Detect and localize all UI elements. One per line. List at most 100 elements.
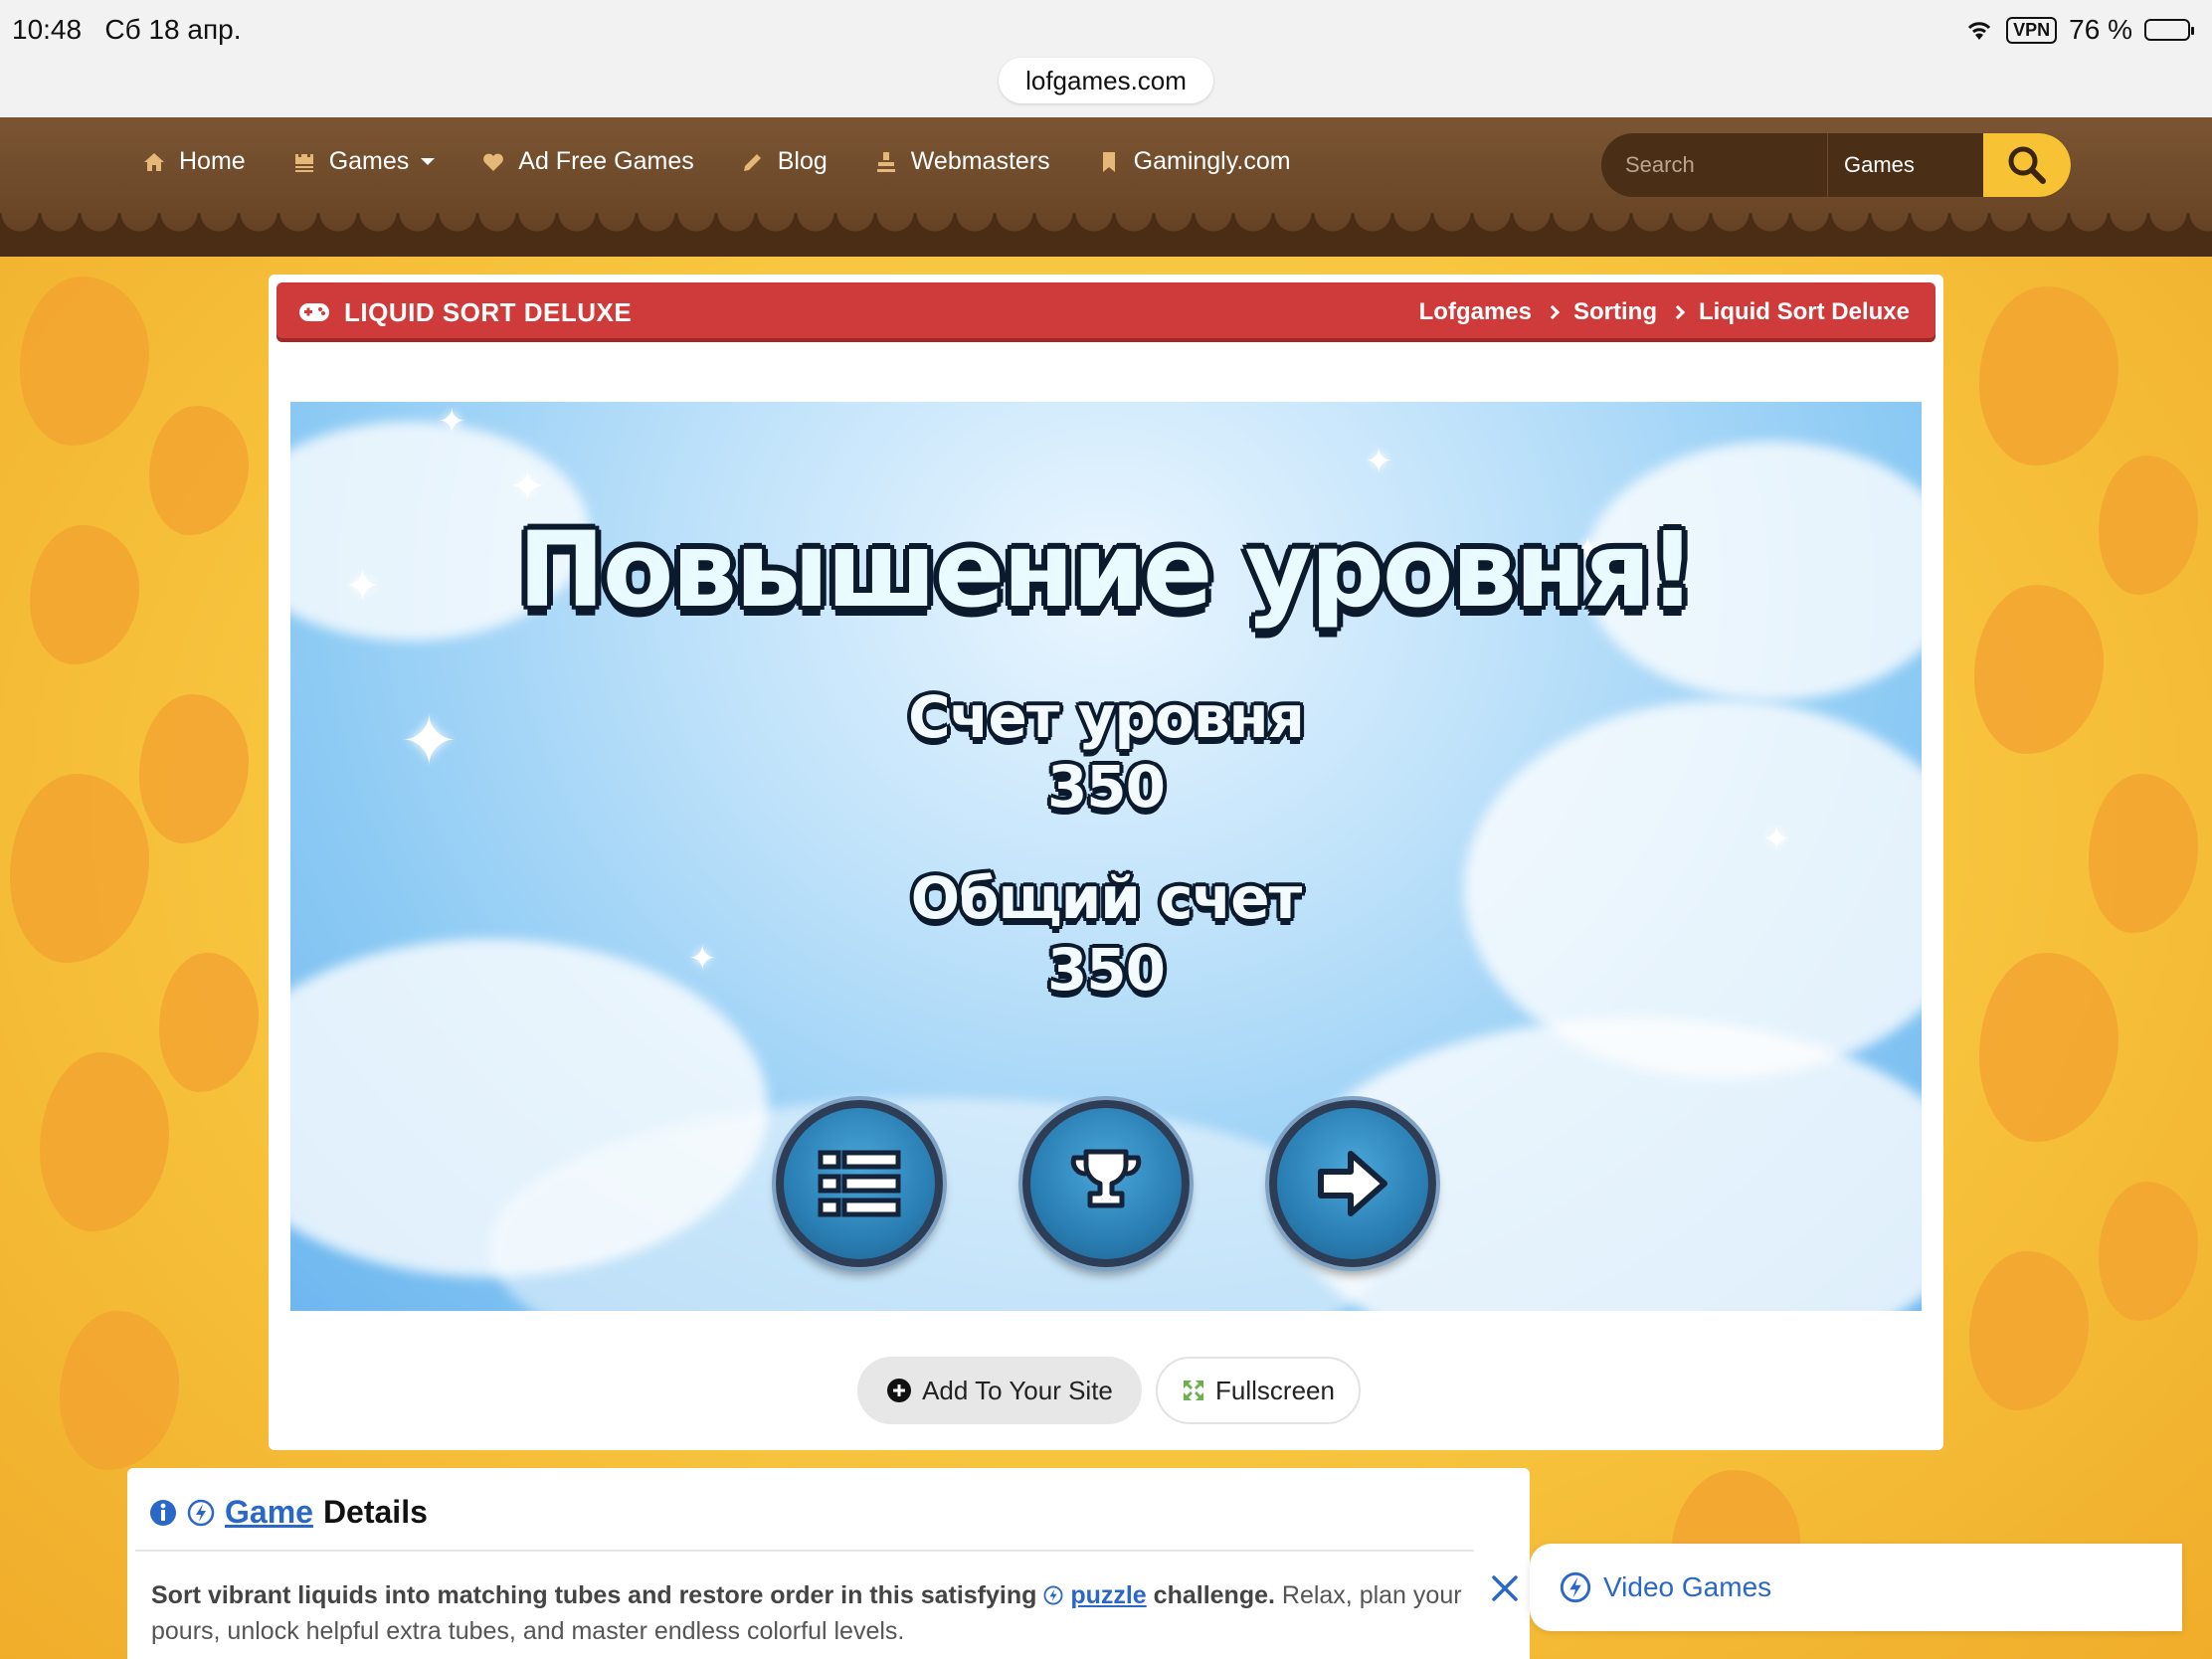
url-bar[interactable]: lofgames.com <box>999 58 1213 103</box>
nav-item-label: Gamingly.com <box>1133 147 1291 175</box>
level-score-label: Счет уровня <box>908 683 1305 751</box>
status-bar: 10:48 Сб 18 апр. VPN 76 % lofgames.com <box>0 0 2212 117</box>
next-arrow-icon <box>1318 1151 1387 1216</box>
bg-blob <box>1979 953 2119 1142</box>
status-right: VPN 76 % <box>1964 14 2194 46</box>
top-nav: Home Games Ad Free Games Blog Webmasters… <box>0 117 2212 257</box>
search-input[interactable] <box>1601 133 1828 197</box>
details-heading: Game Details <box>149 1494 428 1531</box>
sparkle: ✦ <box>1365 443 1393 480</box>
nav-item-label: Blog <box>777 147 828 175</box>
video-games-chip[interactable]: Video Games <box>1530 1544 2182 1631</box>
nav-item-games[interactable]: Games <box>291 147 436 176</box>
nav-item-label: Home <box>179 147 246 175</box>
level-score-value: 350 <box>1046 753 1166 821</box>
status-time: 10:48 <box>12 14 83 45</box>
breadcrumb-current[interactable]: Liquid Sort Deluxe <box>1699 298 1910 326</box>
info-icon <box>150 1499 176 1526</box>
bg-blob <box>10 774 149 963</box>
status-time-date: 10:48 Сб 18 апр. <box>12 14 241 46</box>
bg-blob <box>2099 1182 2198 1321</box>
next-level-button[interactable] <box>1269 1100 1436 1267</box>
total-score-label: Общий счет <box>910 864 1303 932</box>
game-canvas[interactable]: ✦ ✦ ✦ ✦ ✦ ✦ ✦ ✦ ✦ Повышение уровня! Счет… <box>290 402 1922 1311</box>
sparkle: ✦ <box>509 462 546 511</box>
game-title: LIQUID SORT DELUXE <box>344 296 633 327</box>
bg-blob <box>149 406 249 535</box>
battery-icon <box>2144 19 2194 41</box>
bg-blob <box>30 525 139 664</box>
description-bold-1: Sort vibrant liquids into matching tubes… <box>151 1581 1037 1609</box>
search-button[interactable] <box>1983 133 2071 197</box>
close-icon[interactable] <box>1488 1571 1522 1605</box>
breadcrumb: Lofgames Sorting Liquid Sort Deluxe <box>1419 298 1910 326</box>
wifi-icon <box>1968 22 1991 40</box>
bg-blob <box>2099 456 2198 595</box>
game-link[interactable]: Game <box>225 1494 313 1531</box>
description-bold-2: challenge. <box>1153 1581 1275 1609</box>
bolt-circle-icon <box>187 1499 215 1526</box>
nav-item-label: Webmasters <box>910 147 1050 175</box>
bg-blob <box>1969 1251 2089 1410</box>
bookmark-icon <box>1096 149 1122 175</box>
game-title-wrap: LIQUID SORT DELUXE <box>298 297 632 328</box>
castle-icon <box>291 149 317 175</box>
total-score-value: 350 <box>1046 936 1166 1004</box>
home-icon <box>141 149 167 175</box>
game-card: LIQUID SORT DELUXE Lofgames Sorting Liqu… <box>269 275 1943 1450</box>
chevron-down-icon <box>421 158 436 165</box>
chevron-right-icon <box>1670 304 1686 320</box>
level-menu-button[interactable] <box>776 1100 943 1267</box>
nav-item-webmasters[interactable]: Webmasters <box>873 147 1050 176</box>
nav-links: Home Games Ad Free Games Blog Webmasters… <box>141 147 1291 176</box>
nav-item-label: Games <box>328 147 410 175</box>
sparkle: ✦ <box>438 403 466 441</box>
breadcrumb-lofgames[interactable]: Lofgames <box>1419 298 1532 326</box>
search-bar: Games <box>1601 133 2071 197</box>
search-icon <box>2008 146 2046 184</box>
bg-blob <box>60 1311 179 1470</box>
leaderboard-button[interactable] <box>1022 1100 1190 1267</box>
puzzle-link[interactable]: puzzle <box>1070 1581 1146 1609</box>
nav-item-blog[interactable]: Blog <box>740 147 828 176</box>
nav-item-home[interactable]: Home <box>141 147 246 176</box>
chevron-right-icon <box>1545 304 1561 320</box>
stamp-icon <box>873 149 899 175</box>
video-games-label: Video Games <box>1603 1571 1772 1602</box>
sparkle: ✦ <box>1762 821 1791 858</box>
menu-list-icon <box>818 1150 901 1217</box>
bg-blob <box>1979 286 2119 465</box>
battery-percent: 76 % <box>2069 14 2132 45</box>
heart-icon <box>480 149 506 175</box>
level-up-heading: Повышение уровня! <box>517 509 1696 631</box>
game-description: Sort vibrant liquids into matching tubes… <box>151 1577 1484 1649</box>
gamepad-icon <box>299 303 329 321</box>
bg-blob <box>40 1052 169 1231</box>
vpn-badge: VPN <box>2006 16 2058 44</box>
plus-circle-icon <box>887 1379 912 1402</box>
bg-blob <box>20 276 149 446</box>
breadcrumb-sorting[interactable]: Sorting <box>1573 298 1657 326</box>
game-title-bar: LIQUID SORT DELUXE Lofgames Sorting Liqu… <box>276 282 1936 342</box>
bg-blob <box>1974 585 2104 754</box>
details-heading-text: Details <box>322 1494 428 1530</box>
expand-icon <box>1184 1381 1204 1400</box>
bolt-circle-icon <box>1560 1571 1591 1603</box>
fullscreen-button[interactable]: Fullscreen <box>1156 1357 1361 1424</box>
bolt-circle-icon <box>1043 1585 1063 1605</box>
bg-blob <box>139 694 249 843</box>
status-date: Сб 18 апр. <box>104 14 242 45</box>
nav-item-label: Ad Free Games <box>518 147 694 175</box>
add-to-site-button[interactable]: Add To Your Site <box>857 1357 1142 1424</box>
pencil-icon <box>740 149 766 175</box>
fullscreen-label: Fullscreen <box>1215 1375 1335 1405</box>
nav-item-gamingly[interactable]: Gamingly.com <box>1096 147 1291 176</box>
nav-item-ad-free-games[interactable]: Ad Free Games <box>480 147 694 176</box>
bg-blob <box>2089 774 2198 933</box>
trophy-icon <box>1070 1149 1142 1208</box>
divider <box>135 1550 1474 1552</box>
search-scope-select[interactable]: Games <box>1828 133 1983 197</box>
bg-blob <box>159 953 259 1092</box>
add-to-site-label: Add To Your Site <box>922 1375 1113 1405</box>
game-details-card: Game Details Sort vibrant liquids into m… <box>127 1468 1530 1659</box>
